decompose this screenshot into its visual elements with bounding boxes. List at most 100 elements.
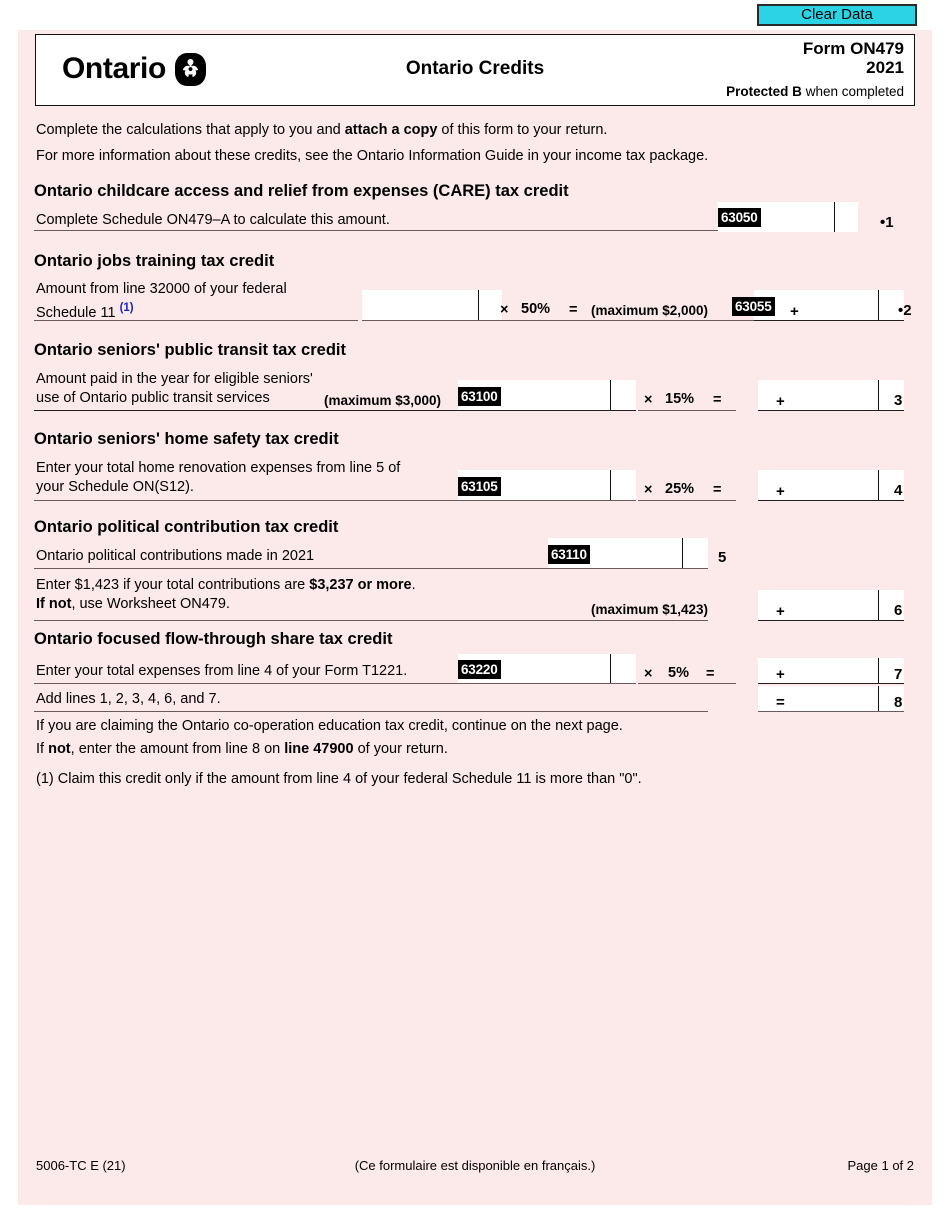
political-credit-field[interactable]: + — [758, 590, 904, 620]
protected-b-notice: Protected B when completed — [726, 82, 904, 101]
transit-credit-field[interactable]: + — [758, 380, 904, 410]
transit-line-number: 3 — [894, 392, 903, 409]
flow-through-base-cents-separator — [610, 654, 611, 684]
jobs-line-code: 63055 — [732, 297, 775, 316]
jobs-label-line-2-text: Schedule 11 — [36, 304, 120, 321]
form-meta: Form ON479 2021 Protected B when complet… — [726, 39, 904, 101]
jobs-base-cents-separator — [478, 290, 479, 320]
political-worksheet-1c: . — [411, 577, 416, 593]
jobs-credit-dollars-input[interactable] — [806, 290, 878, 320]
jobs-credit-rule — [754, 320, 904, 321]
political-line-number-5: 5 — [718, 549, 727, 566]
political-worksheet-rule — [34, 620, 708, 621]
transit-credit-cents-separator — [878, 380, 879, 410]
care-dollars-input[interactable] — [764, 202, 834, 232]
transit-credit-dollars-input[interactable] — [792, 380, 878, 410]
political-label: Ontario political contributions made in … — [36, 548, 315, 564]
jobs-base-amount-field[interactable] — [362, 290, 502, 320]
home-safety-multiply-op: × — [644, 482, 653, 498]
home-safety-label-line-1: Enter your total home renovation expense… — [36, 460, 401, 476]
care-line-code: 63050 — [718, 208, 761, 227]
flow-through-credit-dollars-input[interactable] — [792, 658, 878, 683]
jobs-label-line-1: Amount from line 32000 of your federal — [36, 281, 287, 297]
jobs-label-line-2: Schedule 11 (1) — [36, 300, 134, 322]
total-label-rule — [34, 711, 708, 712]
total-dollars-input[interactable] — [792, 686, 878, 711]
home-safety-base-dollars-input[interactable] — [504, 470, 610, 500]
political-line-code: 63110 — [548, 545, 590, 564]
home-safety-credit-dollars-input[interactable] — [792, 470, 878, 500]
home-safety-base-rule — [34, 500, 636, 501]
home-safety-credit-field[interactable]: + — [758, 470, 904, 500]
closing-2a: If — [36, 741, 49, 757]
home-safety-base-cents-separator — [610, 470, 611, 500]
jobs-line-number: •2 — [898, 302, 912, 319]
footnote-1: (1) Claim this credit only if the amount… — [36, 771, 642, 787]
jobs-credit-field[interactable]: + — [754, 290, 904, 320]
total-credit-field[interactable]: = — [758, 686, 904, 711]
flow-through-line-code: 63220 — [458, 660, 501, 679]
flow-through-rate: 5% — [668, 665, 689, 681]
jobs-base-cents-input[interactable] — [480, 290, 502, 320]
flow-through-base-dollars-input[interactable] — [504, 654, 610, 684]
form-sheet: Ontario Ontario Credits Form ON479 2021 … — [18, 30, 932, 1205]
transit-base-dollars-input[interactable] — [504, 380, 610, 410]
political-cents-input[interactable] — [684, 538, 706, 568]
total-equals-sign: = — [776, 694, 785, 711]
home-safety-credit-rule — [758, 500, 904, 501]
jobs-base-dollars-input[interactable] — [366, 290, 478, 320]
flow-through-credit-cents-separator — [878, 658, 879, 683]
transit-base-cents-separator — [610, 380, 611, 410]
jobs-credit-cents-separator — [878, 290, 879, 320]
care-line-number: •1 — [880, 214, 894, 231]
flow-through-credit-field[interactable]: + — [758, 658, 904, 683]
jobs-maximum-label: (maximum $2,000) — [591, 303, 709, 318]
section-heading-public-transit: Ontario seniors' public transit tax cred… — [34, 341, 346, 359]
political-plus-sign: + — [776, 603, 785, 620]
political-worksheet-line-1: Enter $1,423 if your total contributions… — [36, 577, 416, 594]
closing-line-2: If not, enter the amount from line 8 on … — [36, 741, 448, 757]
care-line-no-text: 1 — [885, 214, 894, 231]
jobs-calc-rule — [500, 320, 754, 321]
care-cents-input[interactable] — [836, 202, 858, 232]
jobs-footnote-ref: (1) — [119, 302, 134, 314]
home-safety-label-line-2: your Schedule ON(S12). — [36, 479, 194, 495]
home-safety-base-cents-input[interactable] — [612, 470, 634, 500]
political-threshold-amount: $3,237 or more — [309, 577, 412, 593]
total-line-number: 8 — [894, 694, 903, 711]
section-heading-care: Ontario childcare access and relief from… — [34, 182, 569, 200]
political-credit-dollars-input[interactable] — [792, 590, 878, 620]
flow-through-line-number: 7 — [894, 666, 903, 683]
political-dollars-input[interactable] — [594, 538, 682, 568]
transit-multiply-op: × — [644, 392, 653, 408]
transit-maximum-label: (maximum $3,000) — [324, 393, 442, 408]
home-safety-plus-sign: + — [776, 483, 785, 500]
flow-through-plus-sign: + — [776, 666, 785, 683]
political-credit-rule — [758, 620, 904, 621]
protected-b-label: Protected B — [726, 84, 802, 99]
home-safety-equals-op: = — [713, 482, 722, 498]
political-line-number-6: 6 — [894, 602, 903, 619]
home-safety-line-number: 4 — [894, 482, 903, 499]
flow-through-label: Enter your total expenses from line 4 of… — [36, 663, 408, 679]
section-heading-home-safety: Ontario seniors' home safety tax credit — [34, 430, 339, 448]
home-safety-rate: 25% — [665, 481, 695, 497]
flow-through-equals-op: = — [706, 666, 715, 682]
jobs-multiply-op: × — [500, 302, 509, 318]
intro-line-1: Complete the calculations that apply to … — [36, 122, 607, 138]
care-label: Complete Schedule ON479–A to calculate t… — [36, 212, 390, 228]
intro-line-2: For more information about these credits… — [36, 148, 709, 164]
flow-through-credit-rule — [758, 683, 904, 684]
section-heading-flow-through: Ontario focused flow-through share tax c… — [34, 630, 393, 648]
flow-through-multiply-op: × — [644, 666, 653, 682]
section-heading-jobs-training: Ontario jobs training tax credit — [34, 252, 275, 270]
political-worksheet-1a: Enter $1,423 if your total contributions… — [36, 577, 310, 593]
form-year: 2021 — [866, 58, 904, 77]
flow-through-base-cents-input[interactable] — [612, 654, 634, 684]
home-safety-line-code: 63105 — [458, 477, 501, 496]
transit-base-cents-input[interactable] — [612, 380, 634, 410]
protected-b-suffix: when completed — [801, 84, 904, 99]
transit-calc-rule — [638, 410, 736, 411]
clear-data-button[interactable]: Clear Data — [757, 4, 917, 26]
jobs-line-no-text: 2 — [903, 302, 912, 319]
